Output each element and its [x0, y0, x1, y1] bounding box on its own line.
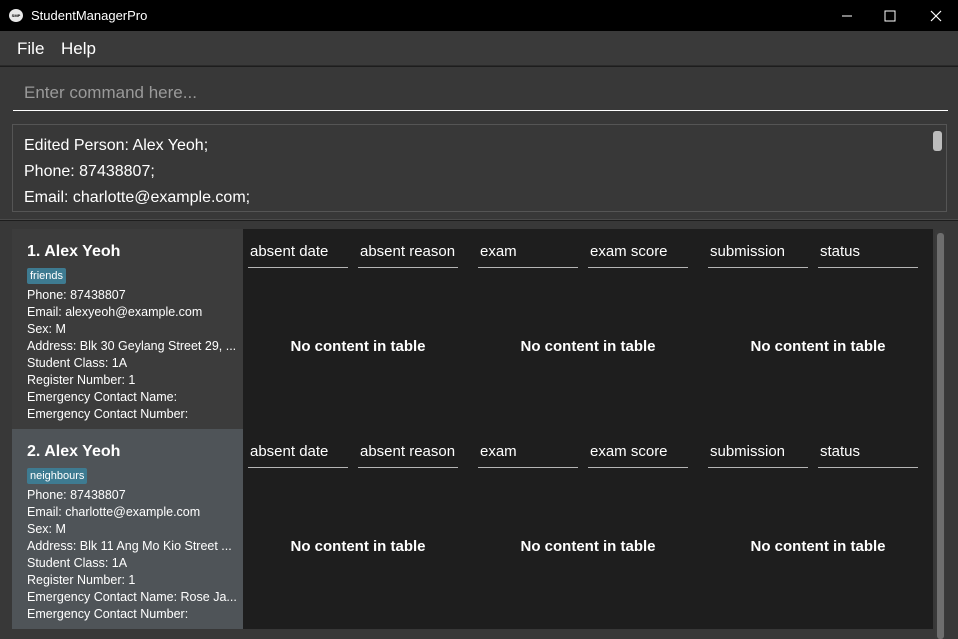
command-box — [0, 67, 958, 119]
person-emergency-name: Emergency Contact Name: — [27, 390, 178, 404]
result-display[interactable]: Edited Person: Alex Yeoh; Phone: 8743880… — [12, 124, 947, 212]
list-scrollbar-thumb[interactable] — [937, 233, 944, 639]
title-bar[interactable]: SMP StudentManagerPro — [0, 0, 958, 31]
result-line: Phone: 87438807; — [24, 163, 155, 180]
person-emergency-number: Emergency Contact Number: — [27, 407, 189, 421]
record-tables: absent date absent reason exam exam scor… — [243, 229, 933, 429]
menu-bar: File Help — [0, 31, 958, 66]
panel-divider — [0, 216, 958, 220]
app-logo-icon: SMP — [9, 9, 23, 22]
person-address: Address: Blk 11 Ang Mo Kio Street ... — [27, 539, 232, 553]
menu-help[interactable]: Help — [61, 39, 96, 59]
person-class: Student Class: 1A — [27, 356, 128, 370]
empty-table-message: No content in table — [290, 538, 426, 555]
person-phone: Phone: 87438807 — [27, 488, 126, 502]
col-submission[interactable]: submission — [708, 443, 808, 468]
minimize-button[interactable] — [824, 0, 870, 31]
col-exam-score[interactable]: exam score — [588, 243, 688, 268]
person-info: 1. Alex Yeoh friends Phone: 87438807 Ema… — [12, 229, 243, 429]
col-absent-date[interactable]: absent date — [248, 443, 348, 468]
person-address: Address: Blk 30 Geylang Street 29, ... — [27, 339, 237, 353]
empty-table-message: No content in table — [520, 338, 656, 355]
person-emergency-number: Emergency Contact Number: — [27, 607, 189, 621]
person-emergency-name: Emergency Contact Name: Rose Ja... — [27, 590, 237, 604]
window-title: StudentManagerPro — [31, 8, 148, 23]
col-exam-score[interactable]: exam score — [588, 443, 688, 468]
col-absent-date[interactable]: absent date — [248, 243, 348, 268]
result-line: Email: charlotte@example.com; — [24, 189, 251, 206]
person-card[interactable]: 1. Alex Yeoh friends Phone: 87438807 Ema… — [12, 229, 933, 429]
person-register-number: Register Number: 1 — [27, 373, 136, 387]
person-register-number: Register Number: 1 — [27, 573, 136, 587]
person-card-selected[interactable]: 2. Alex Yeoh neighbours Phone: 87438807 … — [12, 429, 933, 629]
col-exam[interactable]: exam — [478, 443, 578, 468]
empty-table-message: No content in table — [290, 338, 426, 355]
col-status[interactable]: status — [818, 443, 918, 468]
empty-table-message: No content in table — [750, 338, 886, 355]
minimize-icon — [842, 15, 852, 16]
empty-table-message: No content in table — [520, 538, 656, 555]
record-tables: absent date absent reason exam exam scor… — [243, 429, 933, 629]
tag-badge: friends — [27, 268, 67, 284]
person-email: Email: charlotte@example.com — [27, 505, 201, 519]
maximize-icon — [884, 10, 896, 21]
close-icon — [930, 10, 942, 21]
result-scrollbar[interactable] — [933, 131, 942, 151]
col-absent-reason[interactable]: absent reason — [358, 243, 458, 268]
person-info: 2. Alex Yeoh neighbours Phone: 87438807 … — [12, 429, 243, 629]
result-panel: Edited Person: Alex Yeoh; Phone: 8743880… — [0, 119, 958, 216]
command-input[interactable] — [13, 75, 948, 111]
empty-table-message: No content in table — [750, 538, 886, 555]
col-status[interactable]: status — [818, 243, 918, 268]
person-sex: Sex: M — [27, 322, 66, 336]
person-name: 1. Alex Yeoh — [27, 243, 121, 260]
col-absent-reason[interactable]: absent reason — [358, 443, 458, 468]
result-line: Edited Person: Alex Yeoh; — [24, 137, 209, 154]
person-phone: Phone: 87438807 — [27, 288, 126, 302]
person-email: Email: alexyeoh@example.com — [27, 305, 203, 319]
menu-file[interactable]: File — [17, 39, 44, 59]
close-button[interactable] — [913, 0, 958, 31]
tag-badge: neighbours — [27, 468, 88, 484]
person-class: Student Class: 1A — [27, 556, 128, 570]
person-sex: Sex: M — [27, 522, 66, 536]
col-submission[interactable]: submission — [708, 243, 808, 268]
col-exam[interactable]: exam — [478, 243, 578, 268]
maximize-button[interactable] — [867, 0, 913, 31]
person-name: 2. Alex Yeoh — [27, 443, 121, 460]
